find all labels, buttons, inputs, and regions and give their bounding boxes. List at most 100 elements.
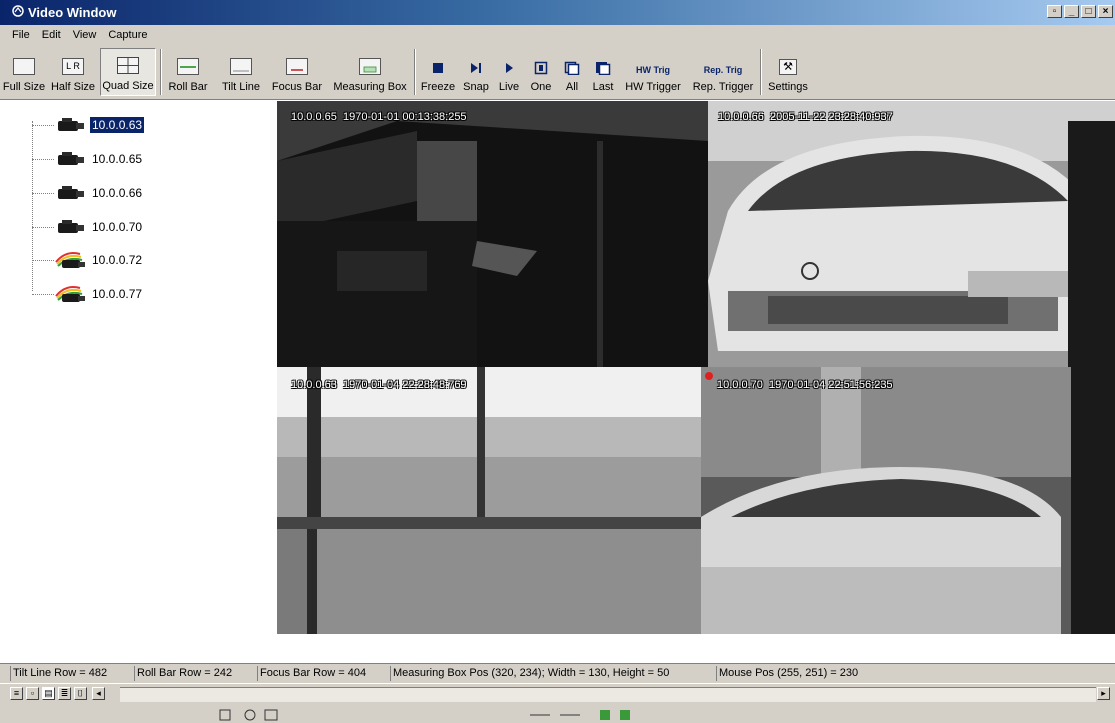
measuring-box-label: Measuring Box [333,81,407,93]
restore-inner-button[interactable]: ▫ [1047,5,1062,18]
all-frames-icon [564,61,580,75]
camera-overlay: 10.0.0.66 2005-11-22 23:28:40:937 [718,111,893,123]
recording-indicator [705,372,713,380]
freeze-button[interactable]: Freeze [418,48,458,96]
half-size-button[interactable]: L R Half Size [48,48,98,96]
quad-size-icon [117,57,139,74]
one-button[interactable]: One [526,48,556,96]
single-frame-icon [534,61,548,75]
full-size-button[interactable]: Full Size [2,48,46,96]
roll-bar-button[interactable]: Roll Bar [162,48,214,96]
all-button[interactable]: All [558,48,586,96]
horizontal-scrollbar[interactable] [120,687,1096,702]
last-label: Last [592,81,614,93]
video-pane[interactable]: 10.0.0.66 2005-11-22 23:28:40:937 [708,101,1115,367]
measuring-box-icon [359,58,381,75]
half-size-label: Half Size [50,81,96,93]
hw-trigger-label: HW Trigger [625,81,681,93]
view-detail-icon[interactable]: ▤ [42,687,55,700]
snap-button[interactable]: Snap [460,48,492,96]
hw-trigger-icon: HW Trig [636,65,670,75]
stop-icon [433,63,443,73]
camera-icon [58,152,84,165]
video-pane[interactable]: 10.0.0.65 1970-01-01 00:13:38:255 [277,101,708,367]
color-camera-icon [55,286,85,302]
tree-node-label: 10.0.0.66 [92,186,143,200]
view-list-icon[interactable]: ≡ [10,687,23,700]
app-icon [12,5,24,17]
measuring-box-button[interactable]: Measuring Box [328,48,412,96]
title-bar: Video Window ▫ _ □ × [0,0,1115,25]
overlay-camera-ip: 10.0.0.63 [291,379,337,391]
status-bar: Tilt Line Row = 482 Roll Bar Row = 242 F… [0,663,1115,683]
status-mouse-pos: Mouse Pos (255, 251) = 230 [716,666,858,681]
tree-node-label: 10.0.0.77 [92,287,143,301]
close-button[interactable]: × [1098,5,1113,18]
settings-label: Settings [768,81,808,93]
camera-icon [58,186,84,199]
overlay-timestamp: 2005-11-22 23:28:40:937 [770,111,893,123]
tilt-line-label: Tilt Line [221,81,261,93]
tree-node-label: 10.0.0.70 [92,220,143,234]
status-focus-bar: Focus Bar Row = 404 [257,666,366,681]
one-label: One [530,81,552,93]
status-tilt-line: Tilt Line Row = 482 [10,666,107,681]
video-pane[interactable]: 10.0.0.70 1970-01-04 22:51:56:235 [701,367,1115,634]
hw-trigger-button[interactable]: HW Trig HW Trigger [620,48,686,96]
view-thumb-icon[interactable]: ▫ [26,687,39,700]
view-book-icon[interactable]: ⌷ [74,687,87,700]
quad-size-label: Quad Size [102,80,154,92]
window-title: Video Window [28,5,117,20]
rep-trigger-button[interactable]: Rep. Trig Rep. Trigger [690,48,756,96]
full-size-icon [13,58,35,75]
tilt-line-button[interactable]: Tilt Line [216,48,266,96]
overlay-camera-ip: 10.0.0.70 [717,379,763,391]
camera-overlay: 10.0.0.63 1970-01-04 22:28:48:769 [291,379,467,391]
settings-button[interactable]: ⚒ Settings [764,48,812,96]
menu-edit[interactable]: Edit [36,29,67,41]
scroll-right-icon[interactable]: ▸ [1097,687,1110,700]
scroll-left-icon[interactable]: ◂ [92,687,105,700]
tilt-line-icon [230,58,252,75]
overlay-timestamp: 1970-01-04 22:51:56:235 [769,379,893,391]
rep-trigger-label: Rep. Trigger [692,81,754,93]
camera-tree: 10.0.0.63 10.0.0.65 10.0.0.66 10.0.0.70 [0,101,277,634]
menu-file[interactable]: File [6,29,36,41]
status-measuring-box: Measuring Box Pos (320, 234); Width = 13… [390,666,669,681]
live-button[interactable]: Live [494,48,524,96]
video-frame [277,367,701,634]
drawing-toolbar [0,704,1115,723]
last-frame-icon [596,62,611,75]
overlay-timestamp: 1970-01-01 00:13:38:255 [343,111,467,123]
tree-node-label: 10.0.0.63 [90,117,145,133]
toolbar: Full Size L R Half Size Quad Size Roll B… [0,45,1115,100]
video-frame [708,101,1115,367]
overlay-camera-ip: 10.0.0.66 [718,111,764,123]
all-label: All [565,81,579,93]
tree-node-label: 10.0.0.72 [92,253,143,267]
maximize-button[interactable]: □ [1081,5,1096,18]
overlay-timestamp: 1970-01-04 22:28:48:769 [343,379,467,391]
play-icon [506,63,513,73]
focus-bar-icon [286,58,308,75]
quad-size-button[interactable]: Quad Size [100,48,156,96]
roll-bar-label: Roll Bar [168,81,208,93]
freeze-label: Freeze [420,81,456,93]
camera-overlay: 10.0.0.65 1970-01-01 00:13:38:255 [291,111,467,123]
last-button[interactable]: Last [588,48,618,96]
camera-icon [58,118,84,131]
camera-overlay: 10.0.0.70 1970-01-04 22:51:56:235 [717,379,893,391]
tree-connector [32,121,33,291]
status-roll-bar: Roll Bar Row = 242 [134,666,232,681]
view-tabs-bar: ≡ ▫ ▤ ≣ ⌷ ◂ ▸ [0,683,1115,704]
focus-bar-button[interactable]: Focus Bar [268,48,326,96]
snap-label: Snap [463,81,489,93]
view-outline-icon[interactable]: ≣ [58,687,71,700]
menu-capture[interactable]: Capture [102,29,153,41]
half-size-icon: L R [62,58,84,75]
minimize-button[interactable]: _ [1064,5,1079,18]
focus-bar-label: Focus Bar [271,81,323,93]
menu-view[interactable]: View [67,29,103,41]
tree-node-label: 10.0.0.65 [92,152,143,166]
video-pane[interactable]: 10.0.0.63 1970-01-04 22:28:48:769 [277,367,701,634]
